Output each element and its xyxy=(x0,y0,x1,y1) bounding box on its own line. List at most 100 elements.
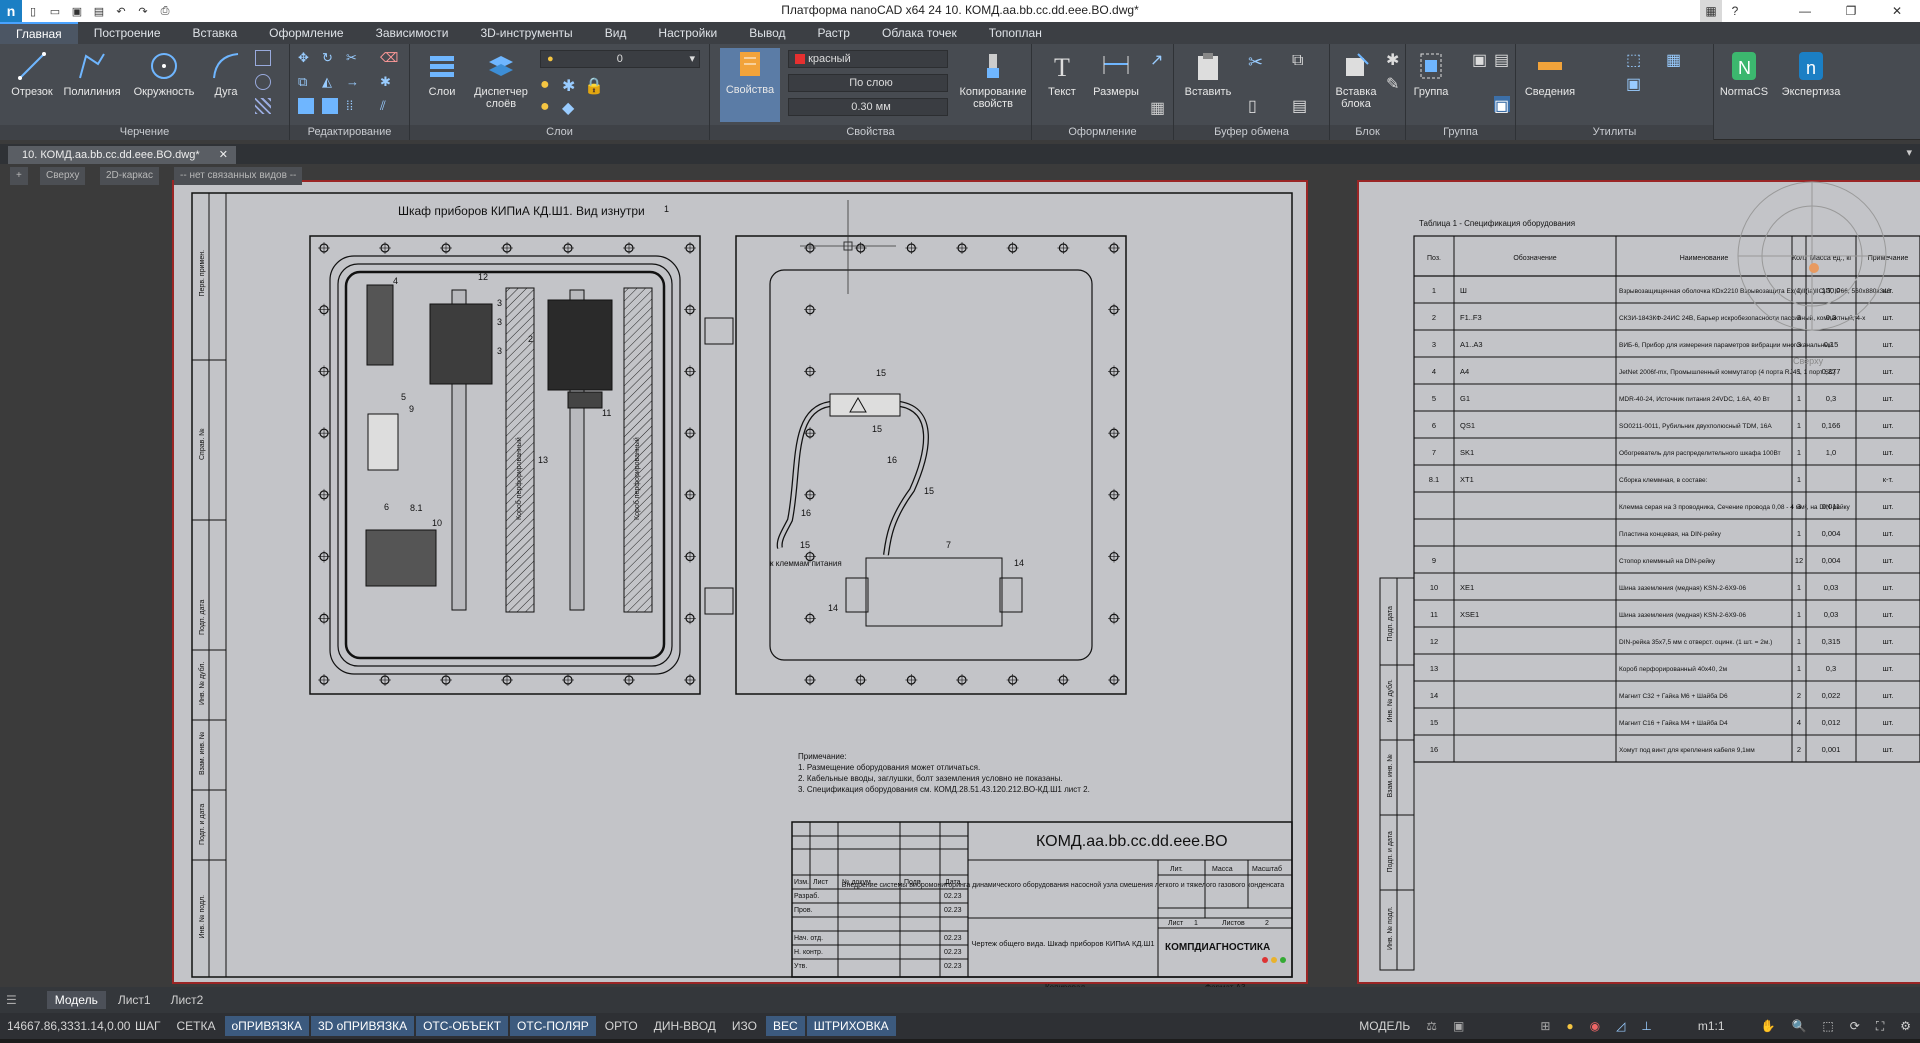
settings-icon[interactable]: ⚙ xyxy=(1893,1016,1918,1036)
expertise-button[interactable]: n Экспертиза xyxy=(1776,50,1846,120)
light-icon[interactable]: ● xyxy=(1559,1016,1580,1036)
tab-home[interactable]: Главная xyxy=(0,22,78,44)
calc-icon[interactable]: ▦ xyxy=(1666,50,1682,69)
print-icon[interactable]: ⎙ xyxy=(154,0,176,22)
tab-model[interactable]: Модель xyxy=(46,991,106,1009)
tab-raster[interactable]: Растр xyxy=(802,22,866,44)
panels-icon[interactable]: ▦ xyxy=(1700,0,1722,22)
layer-on-icon[interactable]: ● xyxy=(540,76,556,93)
select-icon[interactable]: ⬚ xyxy=(1626,50,1642,69)
rotate-icon[interactable]: ↻ xyxy=(322,50,338,66)
status-toggle[interactable]: оПРИВЯЗКА xyxy=(224,1016,309,1036)
viewport-menu-button[interactable]: + xyxy=(10,167,28,185)
save-all-icon[interactable]: ▤ xyxy=(88,0,110,22)
pan-icon[interactable]: ✋ xyxy=(1754,1016,1783,1036)
maximize-button[interactable]: ❐ xyxy=(1828,0,1874,22)
lock-icon[interactable]: ▣ xyxy=(1446,1016,1471,1036)
tab-build[interactable]: Построение xyxy=(78,22,177,44)
tab-sheet1[interactable]: Лист1 xyxy=(110,991,159,1009)
save-icon[interactable]: ▣ xyxy=(66,0,88,22)
status-toggle[interactable]: ВЕС xyxy=(766,1016,805,1036)
tab-3d-tools[interactable]: 3D-инструменты xyxy=(464,22,588,44)
rectangle-icon[interactable] xyxy=(255,50,271,66)
status-toggle[interactable]: ДИН-ВВОД xyxy=(647,1016,723,1036)
view-direction-button[interactable]: Сверху xyxy=(40,167,86,185)
status-toggle[interactable]: СЕТКА xyxy=(170,1016,223,1036)
status-toggle[interactable]: ОРТО xyxy=(598,1016,645,1036)
status-toggle[interactable]: 3D оПРИВЯЗКА xyxy=(310,1016,415,1036)
zoom-window-icon[interactable]: ⬚ xyxy=(1815,1016,1840,1036)
tab-settings[interactable]: Настройки xyxy=(642,22,733,44)
annotation-scale-icon[interactable]: ⚖ xyxy=(1419,1016,1444,1036)
array-icon[interactable]: ⁞⁞ xyxy=(346,98,362,114)
group-edit-icon[interactable]: ▤ xyxy=(1494,50,1510,69)
space-indicator[interactable]: МОДЕЛЬ xyxy=(1352,1016,1417,1036)
color-dropdown[interactable]: красный xyxy=(788,50,948,68)
paste-button[interactable]: Вставить xyxy=(1178,50,1238,120)
match-properties-button[interactable]: Копирование свойств xyxy=(958,50,1028,120)
group-button[interactable]: Группа xyxy=(1406,50,1456,120)
dynamic-ucs-icon[interactable]: ⊥ xyxy=(1634,1016,1658,1036)
zoom-icon[interactable]: 🔍 xyxy=(1784,1016,1813,1036)
tab-insert[interactable]: Вставка xyxy=(177,22,254,44)
ungroup-icon[interactable]: ▣ xyxy=(1472,50,1488,69)
layer-freeze-icon[interactable]: ✱ xyxy=(562,76,578,95)
copy-icon[interactable]: ⧉ xyxy=(298,74,314,90)
undo-icon[interactable]: ↶ xyxy=(110,0,132,22)
grid-snap-icon[interactable]: ⊞ xyxy=(1533,1016,1557,1036)
redo-icon[interactable]: ↷ xyxy=(132,0,154,22)
nanocad-logo-icon[interactable]: n xyxy=(0,0,22,22)
leader-icon[interactable]: ↗ xyxy=(1150,50,1166,69)
table-icon[interactable]: ▦ xyxy=(1150,98,1166,117)
tab-output[interactable]: Вывод xyxy=(733,22,801,44)
polyline-button[interactable]: Полилиния xyxy=(62,50,122,120)
scale-icon[interactable] xyxy=(322,98,338,114)
layer-match-icon[interactable]: ◆ xyxy=(562,98,578,117)
layer-lock-icon[interactable]: 🔒 xyxy=(584,76,604,95)
paste-special-icon[interactable]: ▤ xyxy=(1292,96,1308,115)
extend-icon[interactable]: → xyxy=(346,74,362,90)
open-file-icon[interactable]: ▭ xyxy=(44,0,66,22)
text-button[interactable]: T Текст xyxy=(1032,50,1092,120)
stretch-icon[interactable] xyxy=(298,98,314,114)
orbit-icon[interactable]: ⟳ xyxy=(1843,1016,1867,1036)
explode-icon[interactable]: ✱ xyxy=(380,74,396,90)
layer-isolate-icon[interactable]: ● xyxy=(540,98,556,115)
minimize-button[interactable]: — xyxy=(1782,0,1828,22)
circle-button[interactable]: Окружность xyxy=(134,50,194,120)
move-icon[interactable]: ✥ xyxy=(298,50,314,66)
tab-topoplan[interactable]: Топоплан xyxy=(973,22,1058,44)
properties-button[interactable]: Свойства xyxy=(720,48,780,122)
mirror-icon[interactable]: ◭ xyxy=(322,74,338,90)
tabs-menu-icon[interactable]: ▾ xyxy=(1906,146,1912,159)
tab-view[interactable]: Вид xyxy=(589,22,643,44)
normacs-button[interactable]: N NormaCS xyxy=(1714,50,1774,120)
tab-point-clouds[interactable]: Облака точек xyxy=(866,22,973,44)
help-icon[interactable]: ? xyxy=(1724,0,1746,22)
group-select-icon[interactable]: ▣ xyxy=(1494,96,1510,115)
tab-constraints[interactable]: Зависимости xyxy=(360,22,465,44)
close-button[interactable]: ✕ xyxy=(1874,0,1920,22)
arc-button[interactable]: Дуга xyxy=(196,50,256,120)
ellipse-icon[interactable] xyxy=(255,74,271,90)
status-toggle[interactable]: ОТС-ОБЪЕКТ xyxy=(416,1016,509,1036)
erase-icon[interactable]: ⌫ xyxy=(380,50,398,66)
layer-dropdown[interactable]: ● 0 ▾ xyxy=(540,50,700,68)
scale-readout[interactable]: m1:1 xyxy=(1691,1016,1732,1036)
info-button[interactable]: Сведения xyxy=(1520,50,1580,120)
tab-annotate[interactable]: Оформление xyxy=(253,22,359,44)
close-tab-icon[interactable]: ✕ xyxy=(219,146,228,164)
line-button[interactable]: Отрезок xyxy=(2,50,62,120)
quick-select-icon[interactable]: ▣ xyxy=(1626,74,1642,93)
linked-views-button[interactable]: -- нет связанных видов -- xyxy=(174,167,303,185)
linetype-dropdown[interactable]: По слою xyxy=(788,74,948,92)
layers-button[interactable]: Слои xyxy=(412,50,472,120)
status-toggle[interactable]: ИЗО xyxy=(725,1016,764,1036)
selection-cycle-icon[interactable]: ◉ xyxy=(1583,1016,1607,1036)
create-block-icon[interactable]: ✱ xyxy=(1386,50,1402,69)
copy-clip-icon[interactable]: ⧉ xyxy=(1292,52,1308,69)
layer-manager-button[interactable]: Диспетчер слоёв xyxy=(464,50,538,120)
offset-icon[interactable]: ⫽ xyxy=(380,98,396,114)
drawing-sheet-2[interactable] xyxy=(1357,180,1920,984)
document-tab[interactable]: 10. КОМД.аа.bb.cc.dd.eee.BO.dwg* ✕ xyxy=(8,146,236,164)
